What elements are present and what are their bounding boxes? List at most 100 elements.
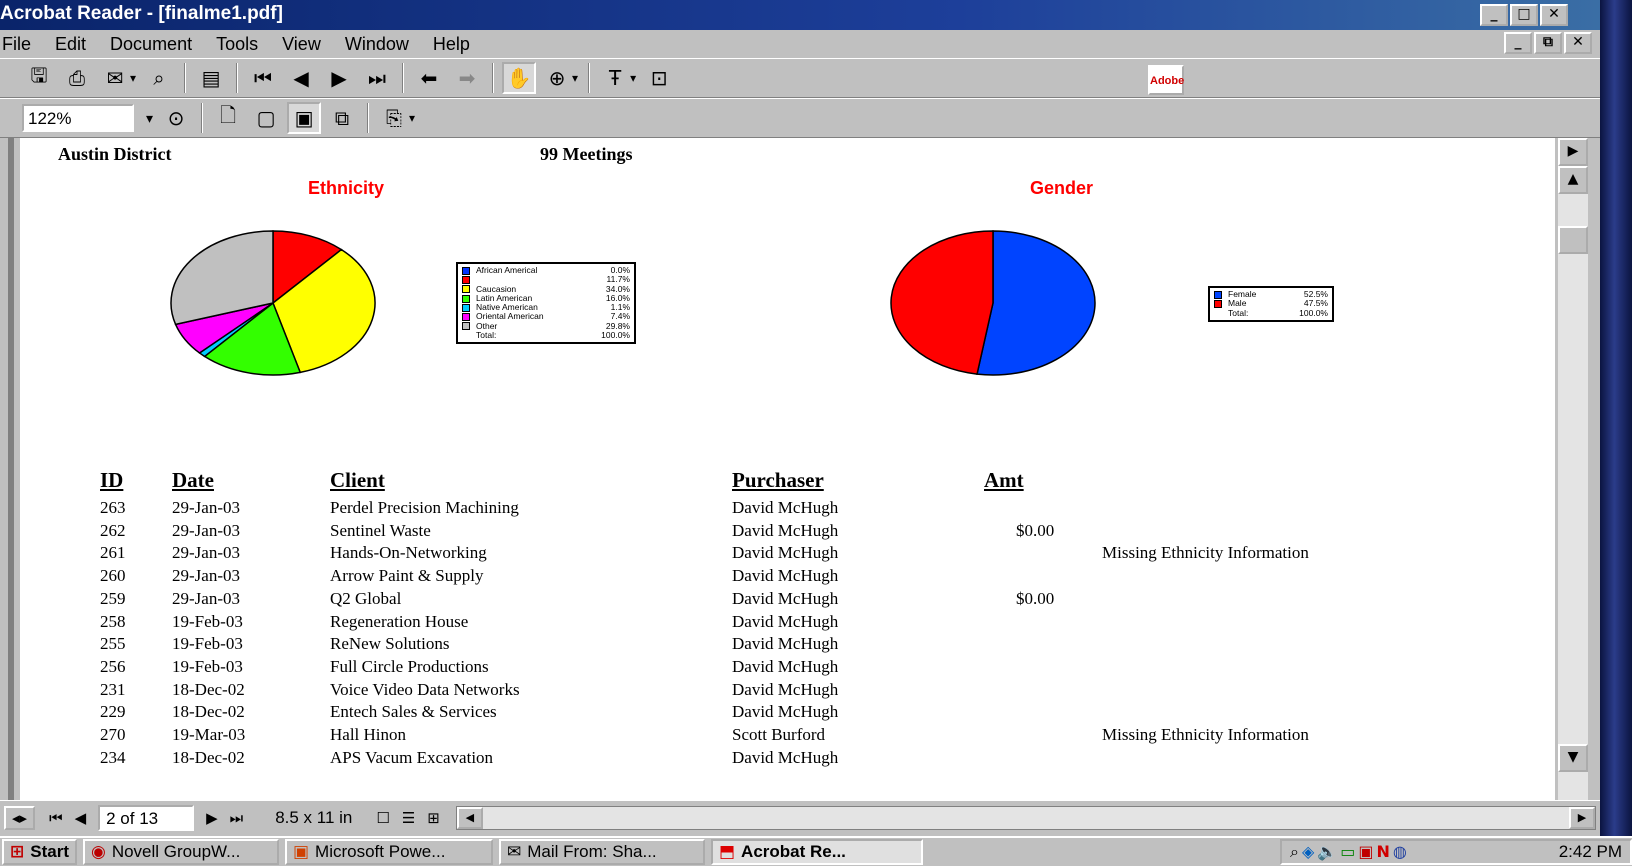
text-select-dropdown-icon[interactable]: ▾ — [630, 71, 636, 85]
next-page-nav-icon[interactable]: ▶ — [200, 806, 224, 830]
scroll-up-icon[interactable]: ▲ — [1558, 166, 1588, 194]
cell-id: 263 — [100, 498, 126, 517]
netscape-tray-icon[interactable]: N — [1376, 842, 1389, 862]
doc-minimize-button[interactable]: _ — [1504, 32, 1532, 54]
email-icon[interactable]: ✉ — [98, 62, 132, 94]
legend-total-row: Total: 100.0% — [1214, 308, 1328, 318]
cell-id: 262 — [100, 520, 126, 540]
graphics-select-icon[interactable]: ⊡ — [642, 62, 676, 94]
cell-date: 18-Dec-02 — [172, 747, 245, 767]
cell-client: Regeneration House — [330, 611, 469, 631]
cell-purchaser: David McHugh — [732, 520, 839, 540]
prev-page-nav-icon[interactable]: ◀ — [69, 806, 93, 830]
previous-page-icon[interactable]: ◀ — [284, 62, 318, 94]
battery-icon[interactable]: ▭ — [1340, 842, 1355, 862]
powerpoint-icon: ▣ — [292, 842, 310, 862]
menu-view[interactable]: View — [270, 34, 333, 55]
next-page-arrow-icon[interactable]: ▶ — [1558, 138, 1588, 166]
go-forward-icon[interactable]: ➡ — [450, 62, 484, 94]
menu-document[interactable]: Document — [98, 34, 204, 55]
minimize-button[interactable]: _ — [1480, 4, 1508, 26]
first-page-nav-icon[interactable]: ⏮ — [43, 806, 69, 830]
hand-tool-icon[interactable]: ✋ — [502, 62, 537, 94]
menu-window[interactable]: Window — [333, 34, 421, 55]
cell-date: 19-Mar-03 — [172, 725, 246, 744]
find-icon[interactable]: ⌕ — [142, 62, 176, 94]
save-icon[interactable]: 🖫 — [22, 62, 56, 94]
continuous-facing-icon[interactable]: ⊞ — [421, 806, 446, 830]
cell-purchaser: David McHugh — [732, 679, 839, 699]
zoom-target-icon[interactable]: ⊙ — [159, 102, 193, 134]
task-mail-from[interactable]: ✉ Mail From: Sha... — [498, 839, 705, 865]
scrollbar-thumb[interactable] — [1558, 226, 1588, 254]
disc-tray-icon[interactable]: ◍ — [1393, 842, 1407, 862]
close-button[interactable]: ✕ — [1540, 4, 1568, 26]
cell-purchaser: David McHugh — [732, 498, 839, 517]
table-row: 231 18-Dec-02 Voice Video Data Networks Dav… — [20, 680, 1555, 702]
fit-width-icon[interactable]: ▣ — [287, 102, 322, 134]
legend-total-label: Total: — [476, 330, 497, 341]
continuous-icon[interactable]: ☰ — [396, 806, 421, 830]
zoom-in-icon[interactable]: ⊕ — [540, 62, 574, 94]
title-bar[interactable]: Acrobat Reader - [finalme1.pdf] _ □ ✕ — [0, 0, 1600, 30]
table-row: 256 19-Feb-03 Full Circle Productions David… — [20, 657, 1555, 679]
cell-note: Missing Ethnicity Information — [1102, 725, 1309, 744]
go-back-icon[interactable]: ⬅ — [412, 62, 446, 94]
horizontal-scrollbar[interactable]: ◀ ▶ — [455, 805, 1596, 830]
task-acrobat-reader[interactable]: ⬒ Acrobat Re... — [710, 839, 923, 865]
adobe-logo[interactable]: Adobe — [1148, 65, 1184, 95]
doc-close-button[interactable]: ✕ — [1564, 32, 1592, 54]
fit-visible-icon[interactable]: ⧉ — [325, 102, 359, 134]
zoom-dropdown-icon[interactable]: ▾ — [572, 71, 578, 85]
print-icon[interactable]: ⎙ — [60, 62, 94, 94]
page-navigation-bar: ◂▸ ⏮ ◀ 2 of 13 ▶ ⏭ 8.5 x 11 in ☐ ☰ ⊞ ◀ ▶ — [0, 800, 1600, 834]
cell-client: Entech Sales & Services — [330, 702, 497, 722]
table-row: 259 29-Jan-03 Q2 Global David McHugh $0.00 — [20, 589, 1555, 611]
page-number-field[interactable]: 2 of 13 — [98, 804, 195, 831]
cell-client: Arrow Paint & Supply — [330, 566, 484, 586]
rotate-view-icon[interactable]: ⎘ — [377, 102, 411, 134]
task-label: Acrobat Re... — [741, 842, 846, 861]
cell-client: Voice Video Data Networks — [330, 679, 520, 699]
taskbar: ⊞ Start ◉ Novell GroupW... ▣ Microsoft P… — [0, 836, 1632, 866]
last-page-nav-icon[interactable]: ⏭ — [224, 806, 250, 830]
last-page-icon[interactable]: ⏭ — [360, 62, 394, 94]
actual-size-icon[interactable]: 🗋 — [211, 102, 245, 134]
maximize-button[interactable]: □ — [1510, 4, 1538, 26]
email-dropdown-icon[interactable]: ▾ — [130, 71, 136, 85]
show-navigation-pane-icon[interactable]: ▤ — [194, 62, 228, 94]
search-tray-icon[interactable]: ⌕ — [1290, 842, 1299, 862]
rotate-dropdown-icon[interactable]: ▾ — [409, 111, 415, 125]
next-page-icon[interactable]: ▶ — [322, 62, 356, 94]
task-microsoft-powerpoint[interactable]: ▣ Microsoft Powe... — [284, 839, 493, 865]
volume-icon[interactable]: 🔈 — [1317, 842, 1337, 862]
scroll-down-icon[interactable]: ▼ — [1558, 744, 1588, 772]
zoom-input[interactable]: 122% — [22, 104, 134, 132]
zoom-level-dropdown-icon[interactable]: ▾ — [146, 110, 153, 127]
page-size-label: 8.5 x 11 in — [275, 807, 353, 827]
scroll-left-icon[interactable]: ◀ — [456, 806, 483, 829]
start-button[interactable]: ⊞ Start — [2, 839, 77, 865]
network-tray-icon[interactable]: ◈ — [1302, 842, 1314, 862]
cell-date: 19-Feb-03 — [172, 634, 243, 654]
monitor-tray-icon[interactable]: ▣ — [1358, 842, 1373, 862]
toolbar-separator — [492, 63, 495, 93]
menu-help[interactable]: Help — [421, 34, 482, 55]
scroll-right-icon[interactable]: ▶ — [1569, 806, 1595, 829]
cell-amt: $0.00 — [1016, 520, 1055, 540]
menu-edit[interactable]: Edit — [43, 34, 98, 55]
menu-file[interactable]: File — [0, 34, 43, 55]
split-pane-icon[interactable]: ◂▸ — [4, 805, 36, 830]
pdf-page[interactable]: Austin District 99 Meetings Ethnicity Ge… — [20, 138, 1555, 800]
text-select-icon[interactable]: Ŧ — [598, 62, 632, 94]
gender-chart-title: Gender — [1030, 178, 1094, 198]
menu-tools[interactable]: Tools — [204, 34, 270, 55]
doc-restore-button[interactable]: ⧉ — [1534, 32, 1562, 54]
vertical-scrollbar[interactable]: ▶ ▲ ▼ — [1558, 138, 1588, 800]
window-controls: _ □ ✕ — [1480, 4, 1568, 26]
single-page-icon[interactable]: ☐ — [370, 806, 395, 830]
fit-page-icon[interactable]: ▢ — [249, 102, 283, 134]
first-page-icon[interactable]: ⏮ — [246, 62, 280, 94]
task-novell-groupwise[interactable]: ◉ Novell GroupW... — [82, 839, 279, 865]
task-label: Microsoft Powe... — [315, 842, 446, 861]
